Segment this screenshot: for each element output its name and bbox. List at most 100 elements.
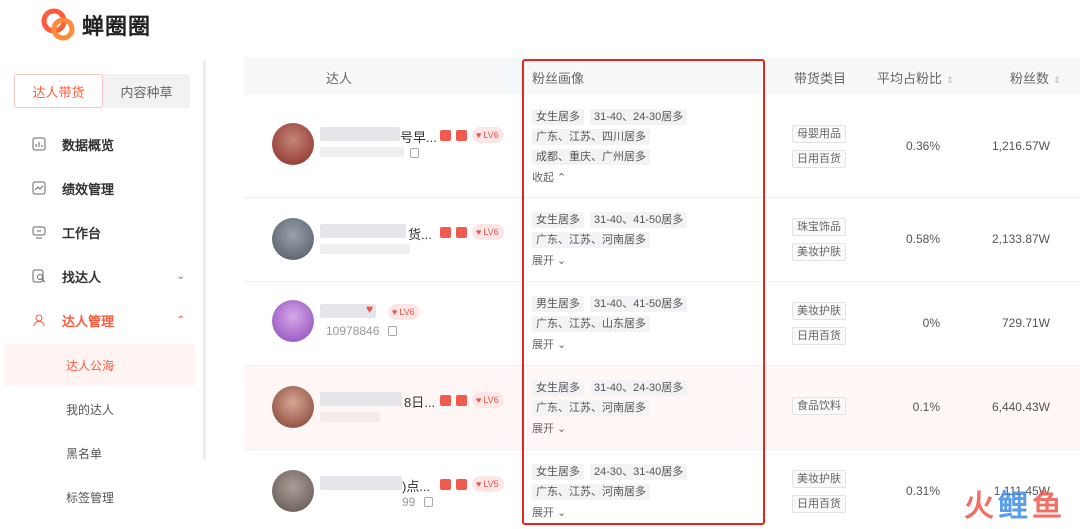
video-icon xyxy=(456,130,467,141)
category-tag: 美妆护肤 xyxy=(792,470,846,488)
video-icon xyxy=(456,395,467,406)
avatar[interactable] xyxy=(272,300,314,342)
brand-name: 蝉圈圈 xyxy=(82,14,152,39)
level-badge-text: LV6 xyxy=(399,307,415,317)
header-avg-ratio-label: 平均占粉比 xyxy=(877,71,943,86)
sidebar-subitem-public-pool[interactable]: 达人公海 xyxy=(4,344,195,386)
nav-label: 数据概览 xyxy=(62,137,115,153)
watermark: 火 鲤 鱼 xyxy=(964,481,1062,525)
monitor-icon xyxy=(32,225,46,239)
copy-icon[interactable] xyxy=(388,326,397,336)
fans-count: 729.71W xyxy=(1001,316,1050,330)
trend-icon xyxy=(32,181,46,195)
tab-content[interactable]: 内容种草 xyxy=(103,74,190,108)
avg-ratio-value: 0.58% xyxy=(905,232,940,246)
diamond-icon: ♥ xyxy=(476,479,482,489)
avatar[interactable] xyxy=(272,470,314,512)
header-fans-label: 粉丝数 xyxy=(1010,71,1050,86)
category-tags: 美妆护肤 日用百货 xyxy=(792,470,846,513)
header-avg-ratio[interactable]: 平均占粉比 ⇕ xyxy=(877,68,954,87)
nav-label: 工作台 xyxy=(62,225,102,241)
chevron-up-icon: ⌃ xyxy=(176,314,185,326)
logo-mark-icon xyxy=(40,8,76,42)
watermark-char: 火 xyxy=(964,490,994,523)
heart-icon: ♥ xyxy=(366,302,374,316)
category-tag: 食品饮料 xyxy=(792,397,846,415)
name-blurred xyxy=(320,476,402,490)
nav-menu: 数据概览 绩效管理 工作台 找达人 ⌄ 达人管理 ⌃ 达人公海 我的达人 黑名单… xyxy=(0,122,205,520)
level-badge-text: LV6 xyxy=(483,395,499,405)
category-tag: 日用百货 xyxy=(792,150,846,168)
diamond-icon: ♥ xyxy=(476,395,482,405)
avatar[interactable] xyxy=(272,386,314,428)
avg-ratio-value: 0% xyxy=(922,316,940,330)
level-badge-text: LV6 xyxy=(483,130,499,140)
level-badge: ♥ LV6 xyxy=(388,304,420,320)
category-tag: 珠宝饰品 xyxy=(792,218,846,236)
fans-count: 1,216.57W xyxy=(991,139,1050,153)
avatar[interactable] xyxy=(272,218,314,260)
shop-icon xyxy=(440,130,451,141)
app-root: 蝉圈圈 达人带货 内容种草 数据概览 绩效管理 工作台 找达人 ⌄ 达人管理 ⌃… xyxy=(0,0,1080,529)
level-badge-text: LV6 xyxy=(483,227,499,237)
sidebar-subitem-my-creators[interactable]: 我的达人 xyxy=(4,388,195,430)
sort-icon: ⇕ xyxy=(1053,75,1061,85)
sidebar-scrollbar[interactable] xyxy=(203,60,206,460)
creator-name[interactable]: 号早... xyxy=(400,127,437,146)
category-tag: 日用百货 xyxy=(792,495,846,513)
category-tags: 母婴用品 日用百货 xyxy=(792,125,846,168)
avg-ratio-value: 0.1% xyxy=(912,400,940,414)
id-blurred xyxy=(320,412,380,422)
nav-label: 达人管理 xyxy=(62,313,115,329)
nav-item-creator-management[interactable]: 达人管理 ⌃ xyxy=(0,298,205,342)
watermark-char: 鱼 xyxy=(1032,490,1062,523)
avg-ratio-value: 0.36% xyxy=(905,139,940,153)
user-icon xyxy=(32,313,46,327)
avg-ratio-value: 0.31% xyxy=(905,484,940,498)
id-blurred xyxy=(320,244,410,254)
nav-label: 找达人 xyxy=(62,269,102,285)
creator-name[interactable]: 货... xyxy=(408,224,432,243)
video-icon xyxy=(456,479,467,490)
id-blurred xyxy=(320,147,404,157)
shop-icon xyxy=(440,479,451,490)
fans-count: 6,440.43W xyxy=(991,400,1050,414)
copy-icon[interactable] xyxy=(410,148,419,158)
sidebar: 达人带货 内容种草 数据概览 绩效管理 工作台 找达人 ⌄ 达人管理 ⌃ 达人公… xyxy=(0,60,205,529)
sort-icon: ⇕ xyxy=(946,75,954,85)
level-badge: ♥ LV6 xyxy=(472,127,504,143)
fans-count: 2,133.87W xyxy=(991,232,1050,246)
shop-icon xyxy=(440,395,451,406)
category-tag: 美妆护肤 xyxy=(792,243,846,261)
sidebar-subitem-blacklist[interactable]: 黑名单 xyxy=(4,432,195,474)
category-tags: 美妆护肤 日用百货 xyxy=(792,302,846,345)
creator-name[interactable]: 8日... xyxy=(404,392,435,411)
creator-id: 10978846 xyxy=(326,324,380,338)
sidebar-subitem-tag-management[interactable]: 标签管理 xyxy=(4,476,195,518)
diamond-icon: ♥ xyxy=(476,227,482,237)
category-tag: 日用百货 xyxy=(792,327,846,345)
header-creator: 达人 xyxy=(326,71,353,86)
nav-item-find-creator[interactable]: 找达人 ⌄ xyxy=(0,254,205,298)
nav-item-workbench[interactable]: 工作台 xyxy=(0,210,205,254)
nav-item-overview[interactable]: 数据概览 xyxy=(0,122,205,166)
mode-tabs: 达人带货 内容种草 xyxy=(14,74,190,108)
level-badge: ♥ LV6 xyxy=(472,224,504,240)
highlight-box xyxy=(522,59,765,525)
avatar[interactable] xyxy=(272,123,314,165)
brand-logo[interactable]: 蝉圈圈 xyxy=(40,8,151,42)
nav-item-performance[interactable]: 绩效管理 xyxy=(0,166,205,210)
search-user-icon xyxy=(32,269,46,283)
level-badge: ♥ LV5 xyxy=(472,476,504,492)
chevron-down-icon: ⌄ xyxy=(176,270,185,282)
category-tags: 珠宝饰品 美妆护肤 xyxy=(792,218,846,261)
tab-sales[interactable]: 达人带货 xyxy=(14,74,103,108)
nav-label: 绩效管理 xyxy=(62,181,115,197)
diamond-icon: ♥ xyxy=(476,130,482,140)
copy-icon[interactable] xyxy=(424,497,433,507)
header-fans[interactable]: 粉丝数 ⇕ xyxy=(1010,68,1061,87)
name-blurred xyxy=(320,392,402,406)
creator-name[interactable]: )点... xyxy=(402,476,430,495)
watermark-char: 鲤 xyxy=(998,490,1028,523)
category-tag: 美妆护肤 xyxy=(792,302,846,320)
